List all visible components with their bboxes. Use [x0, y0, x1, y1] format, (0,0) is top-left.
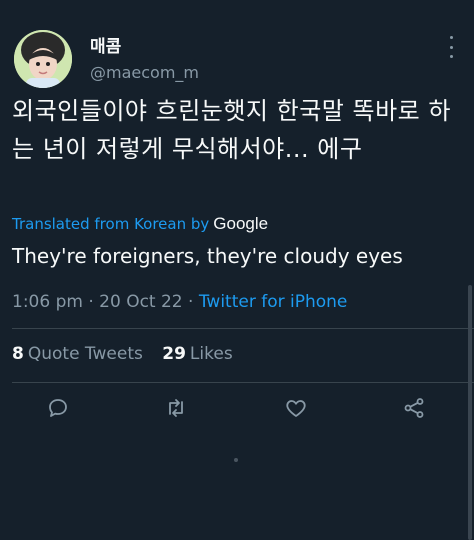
- user-handle[interactable]: @maecom_m: [90, 63, 199, 82]
- more-options-icon[interactable]: [446, 36, 456, 58]
- avatar[interactable]: [14, 30, 72, 88]
- tweet-date[interactable]: 20 Oct 22: [99, 292, 182, 312]
- translated-label: Translated from Korean by: [12, 215, 210, 233]
- avatar-image: [14, 30, 72, 88]
- quote-tweets-link[interactable]: 8 Quote Tweets: [12, 344, 148, 364]
- translation-attribution[interactable]: Translated from Korean by Google: [12, 214, 268, 234]
- translated-text: They're foreigners, they're cloudy eyes: [12, 244, 403, 268]
- share-icon[interactable]: [402, 396, 426, 420]
- scrollbar[interactable]: [468, 285, 472, 540]
- divider: [12, 382, 474, 383]
- tweet-meta: 1:06 pm · 20 Oct 22 · Twitter for iPhone: [12, 292, 347, 312]
- tweet: 매콤 @maecom_m 외국인들이야 흐린눈햇지 한국말 똑바로 하는 년이 …: [0, 0, 474, 540]
- tweet-source[interactable]: Twitter for iPhone: [199, 292, 348, 312]
- like-label: Likes: [189, 344, 233, 364]
- display-name[interactable]: 매콤: [90, 32, 121, 57]
- quote-count: 8: [12, 344, 24, 364]
- quote-label: Quote Tweets: [27, 344, 143, 364]
- divider: [12, 328, 474, 329]
- meta-separator: ·: [188, 292, 194, 312]
- tweet-time[interactable]: 1:06 pm: [12, 292, 83, 312]
- loading-dot: [234, 458, 238, 462]
- tweet-text: 외국인들이야 흐린눈햇지 한국말 똑바로 하는 년이 저렇게 무식해서야... …: [12, 97, 451, 163]
- google-logo: Google: [213, 214, 269, 233]
- like-icon[interactable]: [284, 396, 308, 420]
- action-bar: [0, 392, 474, 424]
- tweet-stats: 8 Quote Tweets 29 Likes: [12, 344, 233, 364]
- reply-icon[interactable]: [46, 396, 70, 420]
- meta-separator: ·: [88, 292, 94, 312]
- like-count: 29: [162, 344, 186, 364]
- retweet-icon[interactable]: [164, 396, 188, 420]
- likes-link[interactable]: 29 Likes: [162, 344, 232, 364]
